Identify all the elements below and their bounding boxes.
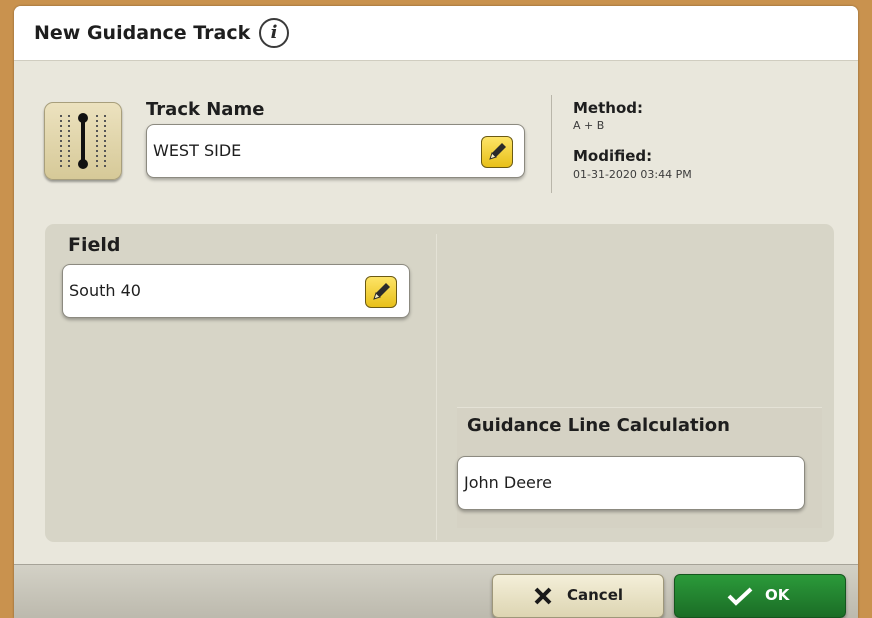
- modified-label: Modified:: [573, 147, 653, 165]
- header-divider: [551, 95, 552, 193]
- guidance-track-icon: [60, 113, 106, 169]
- edit-field-button[interactable]: [365, 276, 397, 308]
- guidance-line-calculation-label: Guidance Line Calculation: [467, 415, 730, 436]
- cancel-label: Cancel: [567, 586, 624, 604]
- field-name-field[interactable]: South 40: [62, 264, 410, 318]
- method-value: A + B: [573, 119, 605, 132]
- guidance-line-calculation-section: Guidance Line Calculation John Deere: [457, 407, 822, 528]
- guidance-line-calculation-value: John Deere: [464, 473, 552, 492]
- settings-panel: Field South 40 Guidance Line Calculation…: [45, 224, 834, 542]
- field-label: Field: [68, 234, 121, 256]
- modified-value: 01-31-2020 03:44 PM: [573, 168, 692, 181]
- info-icon[interactable]: i: [259, 18, 289, 48]
- ok-label: OK: [765, 586, 790, 604]
- pencil-icon: [489, 143, 506, 160]
- track-name-value: WEST SIDE: [153, 141, 242, 160]
- track-name-field[interactable]: WEST SIDE: [146, 124, 525, 178]
- guidance-track-icon-button[interactable]: [44, 102, 122, 180]
- new-guidance-track-dialog: New Guidance Track i Track Name WEST SID…: [14, 6, 858, 618]
- edit-track-name-button[interactable]: [481, 136, 513, 168]
- cancel-button[interactable]: Cancel: [492, 574, 664, 618]
- track-name-label: Track Name: [146, 99, 265, 120]
- checkmark-icon: [727, 587, 753, 606]
- ok-button[interactable]: OK: [674, 574, 846, 618]
- pencil-icon: [373, 283, 390, 300]
- guidance-line-calculation-field[interactable]: John Deere: [457, 456, 805, 510]
- method-label: Method:: [573, 99, 643, 117]
- panel-divider: [436, 234, 437, 540]
- dialog-title: New Guidance Track: [34, 22, 251, 44]
- field-name-value: South 40: [69, 281, 141, 300]
- x-icon: [534, 587, 552, 605]
- dialog-title-bar: New Guidance Track i: [14, 6, 858, 61]
- dialog-button-bar: Cancel OK: [14, 564, 858, 618]
